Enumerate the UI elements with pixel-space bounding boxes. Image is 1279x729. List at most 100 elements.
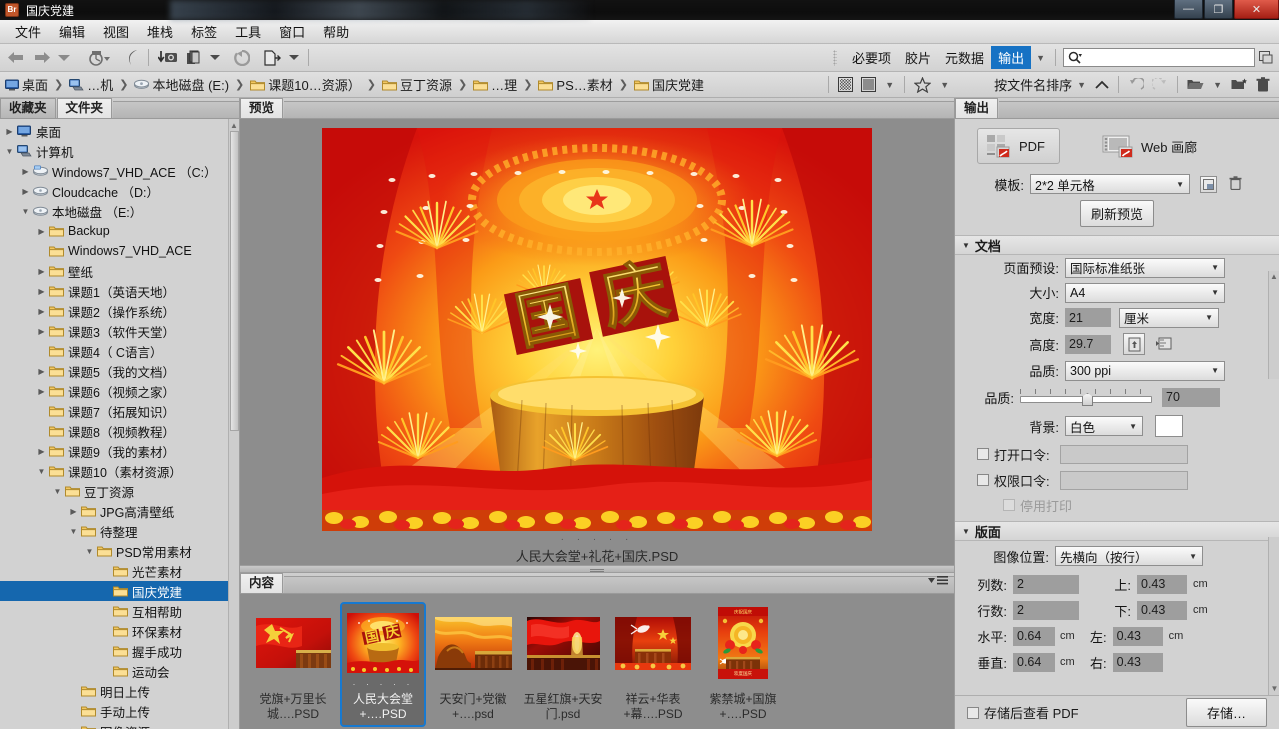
workspace-metadata[interactable]: 元数据 (938, 46, 991, 69)
recent-folders-icon[interactable] (84, 47, 114, 69)
folder-tree-item[interactable]: Windows7_VHD_ACE (0, 241, 239, 261)
folder-tree-item[interactable]: 环保素材 (0, 621, 239, 641)
expand-arrow-icon[interactable]: ▶ (20, 167, 31, 176)
workspace-grip[interactable] (833, 49, 838, 66)
folder-tree-item[interactable]: ▶图像资源 (0, 721, 239, 729)
menu-file[interactable]: 文件 (6, 20, 50, 43)
output-scrollbar[interactable]: ▲ (1268, 271, 1279, 379)
open-password-checkbox[interactable] (977, 448, 989, 460)
new-folder-icon[interactable] (1227, 74, 1252, 96)
get-photos-from-camera-icon[interactable] (154, 47, 182, 69)
thumbnail-image[interactable] (253, 606, 333, 680)
folder-tree-scrollbar[interactable]: ▲ (228, 119, 239, 729)
expand-arrow-icon[interactable]: ▶ (4, 127, 15, 136)
folder-tree-item[interactable]: ▶ 课题9（我的素材） (0, 441, 239, 461)
star-rating-icon[interactable] (910, 74, 935, 96)
thumbnail-image[interactable] (613, 606, 693, 680)
folder-tree-item[interactable]: ▼ 课题10（素材资源） (0, 461, 239, 481)
thumbnail-item[interactable]: 天安门+党徽+….psd (430, 602, 516, 727)
expand-arrow-icon[interactable]: ▶ (36, 307, 47, 316)
breadcrumb-item-computer[interactable]: …机 (69, 75, 113, 94)
collapse-arrow-icon[interactable]: ▼ (36, 467, 47, 476)
scrollbar-thumb[interactable] (230, 131, 239, 431)
left-margin-input[interactable]: 0.43 (1112, 626, 1163, 646)
expand-arrow-icon[interactable]: ▶ (36, 227, 47, 236)
filter-solid-icon[interactable] (857, 74, 880, 96)
collapse-arrow-icon[interactable]: ▼ (52, 487, 63, 496)
image-placement-select[interactable]: 先横向（按行） ▼ (1055, 546, 1203, 566)
menu-edit[interactable]: 编辑 (50, 20, 94, 43)
save-button[interactable]: 存储… (1185, 698, 1267, 727)
maximize-button[interactable]: ❐ (1204, 0, 1233, 19)
breadcrumb-item-folder-1[interactable]: 课题10…资源） (250, 75, 361, 94)
slider-knob[interactable] (1082, 393, 1093, 406)
top-margin-input[interactable]: 0.43 (1137, 574, 1187, 594)
tab-output[interactable]: 输出 (955, 98, 999, 118)
pdf-button[interactable]: PDF (977, 128, 1060, 164)
chevron-down-icon[interactable] (285, 47, 303, 69)
menu-stacks[interactable]: 堆栈 (138, 20, 182, 43)
expand-arrow-icon[interactable]: ▶ (36, 367, 47, 376)
portrait-orientation-icon[interactable] (1123, 333, 1145, 355)
workspace-essentials[interactable]: 必要项 (845, 46, 898, 69)
folder-tree-item[interactable]: 互相帮助 (0, 601, 239, 621)
layout-scrollbar[interactable]: ▼ (1268, 537, 1279, 695)
folder-tree-item[interactable]: 运动会 (0, 661, 239, 681)
breadcrumb-item-current[interactable]: 国庆党建 (633, 75, 704, 94)
panel-splitter[interactable] (240, 565, 954, 573)
width-input[interactable]: 21 (1065, 308, 1111, 327)
minimize-button[interactable]: — (1174, 0, 1203, 19)
menu-window[interactable]: 窗口 (270, 20, 314, 43)
folder-tree-item[interactable]: ▶ 课题1（英语天地） (0, 281, 239, 301)
copy-files-icon[interactable] (182, 47, 206, 69)
workspace-filmstrip[interactable]: 胶片 (898, 46, 938, 69)
forward-arrow-icon[interactable] (29, 47, 54, 69)
thumbnail-image[interactable]: 庆祝国庆 欢度国庆 (703, 606, 783, 680)
chevron-down-icon[interactable] (54, 47, 74, 69)
folder-tree-item[interactable]: ▶ 课题5（我的文档） (0, 361, 239, 381)
folder-tree-item[interactable]: ▶ 课题6（视频之家） (0, 381, 239, 401)
quality-slider[interactable] (1020, 389, 1152, 406)
ppi-select[interactable]: 300 ppi ▼ (1065, 360, 1225, 381)
folder-tree[interactable]: ▲ ▶ 桌面 ▼ 计算机 ▶ Windows7_VHD_ACE （C:） ▶ Cloudcac… (0, 119, 239, 729)
delete-icon[interactable] (1252, 74, 1274, 96)
permission-password-input[interactable] (1059, 470, 1188, 490)
folder-tree-item[interactable]: ▶ 课题3（软件天堂） (0, 321, 239, 341)
preview-image[interactable]: 国 庆 (322, 128, 872, 531)
expand-arrow-icon[interactable]: ▶ (20, 187, 31, 196)
folder-tree-item[interactable]: 手动上传 (0, 701, 239, 721)
background-select[interactable]: 白色 ▼ (1065, 416, 1143, 436)
workspace-menu-icon[interactable]: ▼ (1031, 53, 1050, 63)
redo-icon[interactable] (1148, 74, 1172, 96)
menu-view[interactable]: 视图 (94, 20, 138, 43)
folder-tree-item[interactable]: 明日上传 (0, 681, 239, 701)
rotate-icon[interactable] (230, 47, 254, 69)
folder-tree-item[interactable]: 国庆党建 (0, 581, 239, 601)
scroll-down-icon[interactable]: ▼ (1269, 684, 1279, 693)
thumbnail-filmstrip[interactable]: 党旗+万里长城….PSD 国庆 · · · · · 人民大会堂+….PSD 天安门+党徽… (240, 594, 954, 729)
refresh-preview-button[interactable]: 刷新预览 (1079, 200, 1154, 227)
folder-tree-item[interactable]: ▼ 本地磁盘 （E:） (0, 201, 239, 221)
rows-input[interactable]: 2 (1013, 600, 1079, 620)
permission-password-checkbox[interactable] (977, 474, 989, 486)
save-template-icon[interactable] (1200, 175, 1217, 193)
filter-checker-icon[interactable] (834, 74, 857, 96)
thumbnail-item[interactable]: 国庆 · · · · · 人民大会堂+….PSD (340, 602, 426, 727)
thumbnail-image[interactable]: 国庆 (343, 606, 423, 680)
thumbnail-item[interactable]: 党旗+万里长城….PSD (250, 602, 336, 727)
folder-tree-item[interactable]: 握手成功 (0, 641, 239, 661)
landscape-orientation-icon[interactable] (1153, 333, 1175, 355)
breadcrumb-item-desktop[interactable]: 桌面 (5, 75, 48, 94)
vertical-input[interactable]: 0.64 (1013, 652, 1055, 672)
panel-collapse-icon[interactable] (1255, 47, 1275, 69)
folder-tree-item[interactable]: ▶ Cloudcache （D:） (0, 181, 239, 201)
boomerang-icon[interactable] (122, 47, 143, 69)
scroll-up-icon[interactable]: ▲ (229, 119, 239, 130)
folder-tree-item[interactable]: ▼ 计算机 (0, 141, 239, 161)
close-button[interactable]: ✕ (1234, 0, 1279, 19)
expand-arrow-icon[interactable]: ▶ (36, 327, 47, 336)
folder-tree-item[interactable]: 课题4（ C语言） (0, 341, 239, 361)
chevron-down-icon[interactable]: ▼ (880, 80, 899, 90)
web-gallery-button[interactable]: Web 画廊 (1102, 134, 1197, 158)
page-preset-select[interactable]: 国际标准纸张 ▼ (1065, 257, 1225, 278)
